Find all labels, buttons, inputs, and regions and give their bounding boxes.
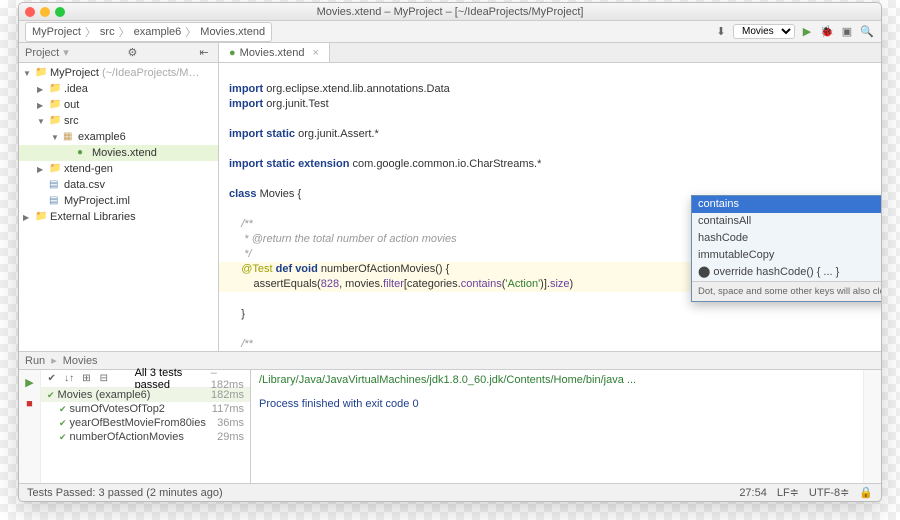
rerun-icon[interactable]: ▶ xyxy=(22,374,38,390)
project-settings-icon[interactable]: ⚙ xyxy=(124,45,140,61)
crumb-project: MyProject xyxy=(32,26,81,38)
console-gutter xyxy=(863,370,881,483)
tree-node[interactable]: ▤MyProject.iml xyxy=(19,193,218,209)
test-toolbar: ✔ ↓↑ ⊞ ⊟ All 3 tests passed – 182ms xyxy=(41,370,250,388)
test-summary: All 3 tests passed xyxy=(135,367,207,391)
editor-tabs: ●Movies.xtend× xyxy=(219,43,881,63)
minimize-icon[interactable] xyxy=(40,7,50,17)
stop-icon[interactable]: ■ xyxy=(22,396,38,412)
breadcrumb[interactable]: MyProject〉 src〉 example6〉 Movies.xtend xyxy=(25,22,272,42)
test-collapse-icon[interactable]: ⊟ xyxy=(97,371,110,387)
run-gutter: ▶ ■ xyxy=(19,370,41,483)
completion-item[interactable]: ⬤ override hashCode() { ... }Object xyxy=(692,264,881,281)
test-total-time: – 182ms xyxy=(211,367,246,391)
tree-node[interactable]: ▤data.csv xyxy=(19,177,218,193)
status-bar: Tests Passed: 3 passed (2 minutes ago) 2… xyxy=(19,483,881,501)
ide-window: Movies.xtend – MyProject – [~/IdeaProjec… xyxy=(18,2,882,502)
status-encoding[interactable]: UTF-8≑ xyxy=(809,486,849,499)
test-row[interactable]: ✔numberOfActionMovies29ms xyxy=(41,430,250,444)
code-editor[interactable]: import org.eclipse.xtend.lib.annotations… xyxy=(219,63,881,351)
test-row[interactable]: ✔Movies (example6)182ms xyxy=(41,388,250,402)
tree-node[interactable]: ▶📁out xyxy=(19,97,218,113)
completion-item[interactable]: containsAllSet.java xyxy=(692,213,881,230)
completion-item[interactable]: immutableCopyCollectionExtensions.class xyxy=(692,247,881,264)
titlebar: Movies.xtend – MyProject – [~/IdeaProjec… xyxy=(19,3,881,21)
tree-node[interactable]: ●Movies.xtend xyxy=(19,145,218,161)
project-tool-window: Project ▾ ⚙ ⇤ ▼📁MyProject (~/IdeaProject… xyxy=(19,43,219,351)
crumb-src: src xyxy=(100,26,115,38)
test-expand-icon[interactable]: ⊞ xyxy=(80,371,93,387)
console: /Library/Java/JavaVirtualMachines/jdk1.8… xyxy=(251,370,881,483)
editor: ●Movies.xtend× import org.eclipse.xtend.… xyxy=(219,43,881,351)
tree-node[interactable]: ▼▦example6 xyxy=(19,129,218,145)
build-icon[interactable]: ⬇︎ xyxy=(713,24,729,40)
close-icon[interactable] xyxy=(25,7,35,17)
run-name: Movies xyxy=(63,355,98,367)
crumb-pkg: example6 xyxy=(134,26,182,38)
run-tool-window: Run ▸ Movies ▶ ■ ✔ ↓↑ ⊞ ⊟ All 3 tests pa… xyxy=(19,351,881,483)
status-caret[interactable]: 27:54 xyxy=(739,487,767,499)
project-header: Project ▾ ⚙ ⇤ xyxy=(19,43,218,63)
test-pass-filter-icon[interactable]: ✔ xyxy=(45,371,58,387)
project-header-label: Project xyxy=(25,47,59,59)
test-tree-panel: ✔ ↓↑ ⊞ ⊟ All 3 tests passed – 182ms ✔Mov… xyxy=(41,370,251,483)
status-lock-icon[interactable]: 🔒 xyxy=(859,486,873,499)
crumb-file: Movies.xtend xyxy=(200,26,265,38)
run-config-select[interactable]: Movies xyxy=(733,24,795,39)
tree-node[interactable]: ▶📁External Libraries xyxy=(19,209,218,225)
tree-node[interactable]: ▶📁.idea xyxy=(19,81,218,97)
search-icon[interactable]: 🔍 xyxy=(859,24,875,40)
test-row[interactable]: ✔sumOfVotesOfTop2117ms xyxy=(41,402,250,416)
test-sort-icon[interactable]: ↓↑ xyxy=(62,371,75,387)
close-tab-icon[interactable]: × xyxy=(312,47,318,59)
window-controls xyxy=(25,7,65,17)
status-line-sep[interactable]: LF≑ xyxy=(777,486,799,499)
tree-node[interactable]: ▶📁xtend-gen xyxy=(19,161,218,177)
main-area: Project ▾ ⚙ ⇤ ▼📁MyProject (~/IdeaProject… xyxy=(19,43,881,351)
test-row[interactable]: ✔yearOfBestMovieFrom80ies36ms xyxy=(41,416,250,430)
run-icon[interactable]: ▶ xyxy=(799,24,815,40)
test-tree[interactable]: ✔Movies (example6)182ms✔sumOfVotesOfTop2… xyxy=(41,388,250,483)
window-title: Movies.xtend – MyProject – [~/IdeaProjec… xyxy=(317,6,584,18)
tree-node[interactable]: ▼📁MyProject (~/IdeaProjects/M… xyxy=(19,65,218,81)
status-tests: Tests Passed: 3 passed (2 minutes ago) xyxy=(27,487,223,499)
more-icon[interactable]: ▣ xyxy=(839,24,855,40)
tree-node[interactable]: ▼📁src xyxy=(19,113,218,129)
run-tab-label[interactable]: Run xyxy=(25,355,45,367)
console-output[interactable]: /Library/Java/JavaVirtualMachines/jdk1.8… xyxy=(251,370,863,483)
completion-item[interactable]: hashCodeSet.java xyxy=(692,230,881,247)
collapse-icon[interactable]: ⇤ xyxy=(196,45,212,61)
zoom-icon[interactable] xyxy=(55,7,65,17)
completion-item[interactable]: containsSet.java xyxy=(692,196,881,213)
completion-popup[interactable]: containsSet.javacontainsAllSet.javahashC… xyxy=(691,195,881,302)
debug-icon[interactable]: 🐞 xyxy=(819,24,835,40)
main-toolbar: MyProject〉 src〉 example6〉 Movies.xtend ⬇… xyxy=(19,21,881,43)
completion-hint: Dot, space and some other keys will also… xyxy=(692,281,881,301)
project-tree[interactable]: ▼📁MyProject (~/IdeaProjects/M…▶📁.idea▶📁o… xyxy=(19,63,218,351)
tab-movies[interactable]: ●Movies.xtend× xyxy=(219,43,330,62)
